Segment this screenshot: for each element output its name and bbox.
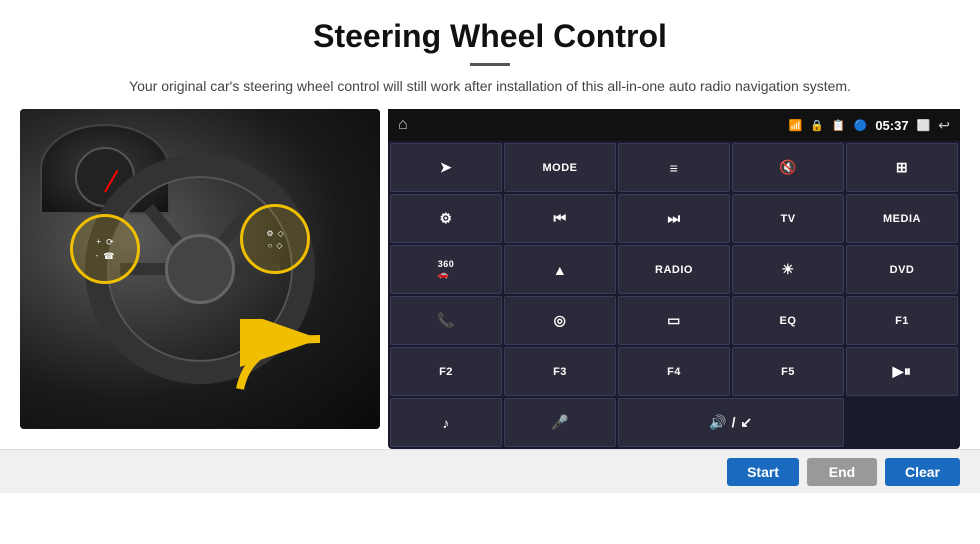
panel-btn-mute[interactable]: 🔇 xyxy=(732,143,844,192)
nav-icon: ◎ xyxy=(554,312,567,329)
music-icon: ♪ xyxy=(442,415,450,431)
panel-statusbar: ⌂ 📶 🔒 📋 🔵 05:37 ⬜ ↩ xyxy=(388,109,960,141)
lock-icon: 🔒 xyxy=(810,119,824,132)
eq-label: EQ xyxy=(780,315,797,327)
wheel-background: +⟳ -☎ ⚙◇ ○◇ xyxy=(20,109,380,429)
content-area: +⟳ -☎ ⚙◇ ○◇ xyxy=(0,109,980,449)
panel-btn-list[interactable]: ≡ xyxy=(618,143,730,192)
settings-icon: ⚙ xyxy=(439,210,452,227)
start-button[interactable]: Start xyxy=(727,458,799,486)
brightness-icon: ☀ xyxy=(781,261,794,278)
panel-btn-f3[interactable]: F3 xyxy=(504,347,616,396)
radio-label: RADIO xyxy=(655,264,693,276)
panel-btn-eject[interactable]: ▲ xyxy=(504,245,616,294)
panel-btn-prev[interactable]: ⏮ xyxy=(504,194,616,243)
wifi-icon: 📶 xyxy=(789,119,803,132)
prev-icon: ⏮ xyxy=(553,210,566,227)
panel-btn-screen[interactable]: ▭ xyxy=(618,296,730,345)
panel-btn-tv[interactable]: TV xyxy=(732,194,844,243)
f5-label: F5 xyxy=(781,366,795,378)
panel-btn-apps[interactable]: ⊞ xyxy=(846,143,958,192)
screen-icon: ▭ xyxy=(667,312,681,329)
status-time: 05:37 xyxy=(875,118,908,133)
home-icon[interactable]: ⌂ xyxy=(398,116,408,134)
list-icon: ≡ xyxy=(670,160,679,176)
mic-icon: 🎤 xyxy=(551,414,569,431)
f3-label: F3 xyxy=(553,366,567,378)
dvd-label: DVD xyxy=(890,264,915,276)
steering-wheel-image: +⟳ -☎ ⚙◇ ○◇ xyxy=(20,109,380,429)
control-panel: ⌂ 📶 🔒 📋 🔵 05:37 ⬜ ↩ ➤ MODE ≡ xyxy=(388,109,960,449)
back-icon[interactable]: ↩ xyxy=(938,117,950,134)
panel-btn-vol-phone[interactable]: 🔊 / ↙ xyxy=(618,398,844,447)
end-button[interactable]: End xyxy=(807,458,877,486)
mode-label: MODE xyxy=(543,162,578,174)
playpause-icon: ▶⏸ xyxy=(893,363,912,380)
left-control-circle: +⟳ -☎ xyxy=(70,214,140,284)
panel-btn-music[interactable]: ♪ xyxy=(390,398,502,447)
cast-icon: ⬜ xyxy=(917,119,931,132)
apps-icon: ⊞ xyxy=(896,159,908,176)
f1-label: F1 xyxy=(895,315,909,327)
f4-label: F4 xyxy=(667,366,681,378)
panel-btn-360[interactable]: 360🚗 xyxy=(390,245,502,294)
title-divider xyxy=(470,63,510,66)
phone-icon: 📞 xyxy=(437,312,455,329)
mute-icon: 🔇 xyxy=(779,159,797,176)
panel-btn-f4[interactable]: F4 xyxy=(618,347,730,396)
panel-btn-next[interactable]: ⏭ xyxy=(618,194,730,243)
panel-btn-brightness[interactable]: ☀ xyxy=(732,245,844,294)
sim-icon: 📋 xyxy=(832,119,846,132)
panel-btn-media[interactable]: MEDIA xyxy=(846,194,958,243)
panel-btn-f2[interactable]: F2 xyxy=(390,347,502,396)
navigate-icon: ➤ xyxy=(440,159,452,176)
tv-label: TV xyxy=(780,213,795,225)
next-icon: ⏭ xyxy=(667,210,680,227)
status-icons: 📶 🔒 📋 🔵 05:37 ⬜ ↩ xyxy=(789,117,951,134)
eject-icon: ▲ xyxy=(553,262,567,278)
panel-btn-empty xyxy=(846,398,958,447)
vol-phone-icon: 🔊 / ↙ xyxy=(709,414,752,431)
panel-btn-radio[interactable]: RADIO xyxy=(618,245,730,294)
wheel-hub xyxy=(165,234,235,304)
bottom-bar: Start End Clear xyxy=(0,449,980,493)
panel-btn-f5[interactable]: F5 xyxy=(732,347,844,396)
panel-btn-navigate[interactable]: ➤ xyxy=(390,143,502,192)
panel-btn-mode[interactable]: MODE xyxy=(504,143,616,192)
panel-btn-nav[interactable]: ◎ xyxy=(504,296,616,345)
clear-button[interactable]: Clear xyxy=(885,458,960,486)
subtitle: Your original car's steering wheel contr… xyxy=(0,76,980,97)
360-label: 360🚗 xyxy=(438,259,455,280)
arrow-icon xyxy=(230,319,350,399)
panel-btn-eq[interactable]: EQ xyxy=(732,296,844,345)
panel-btn-phone[interactable]: 📞 xyxy=(390,296,502,345)
right-control-circle: ⚙◇ ○◇ xyxy=(240,204,310,274)
media-label: MEDIA xyxy=(883,213,921,225)
bt-icon: 🔵 xyxy=(854,119,868,132)
panel-grid: ➤ MODE ≡ 🔇 ⊞ ⚙ ⏮ ⏭ xyxy=(388,141,960,449)
panel-btn-playpause[interactable]: ▶⏸ xyxy=(846,347,958,396)
panel-btn-dvd[interactable]: DVD xyxy=(846,245,958,294)
f2-label: F2 xyxy=(439,366,453,378)
panel-btn-f1[interactable]: F1 xyxy=(846,296,958,345)
panel-btn-mic[interactable]: 🎤 xyxy=(504,398,616,447)
panel-btn-settings[interactable]: ⚙ xyxy=(390,194,502,243)
page-title: Steering Wheel Control xyxy=(0,0,980,55)
